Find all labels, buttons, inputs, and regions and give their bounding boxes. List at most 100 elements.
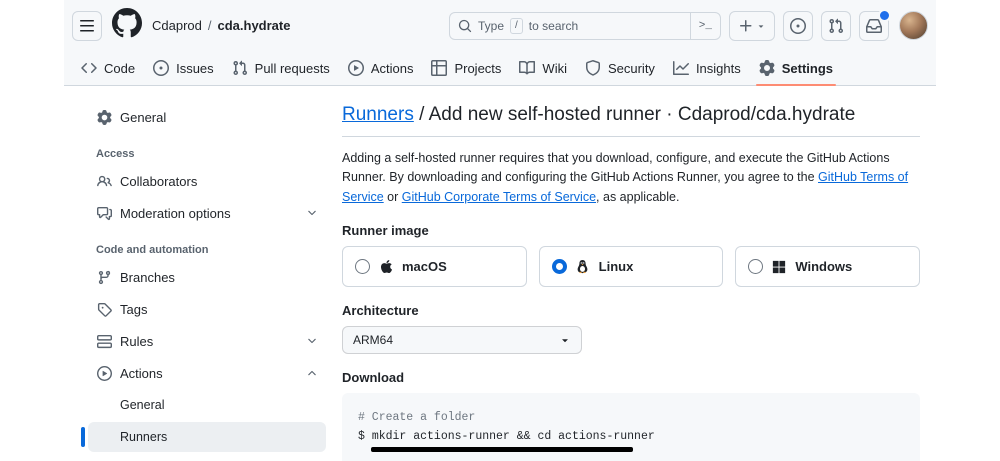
sidebar-item-general[interactable]: General xyxy=(88,102,326,132)
pull-requests-dashboard-button[interactable] xyxy=(821,11,851,41)
graph-icon xyxy=(673,60,689,76)
triangle-down-icon xyxy=(559,334,571,346)
tab-label: Settings xyxy=(782,61,833,76)
tab-label: Insights xyxy=(696,61,741,76)
command-palette-button[interactable]: >_ xyxy=(690,13,712,39)
sidebar-item-label: General xyxy=(120,110,166,125)
sidebar-item-label: Moderation options xyxy=(120,206,231,221)
intro-text-1: Adding a self-hosted runner requires tha… xyxy=(342,151,890,184)
page-title: Runners / Add new self-hosted runner · C… xyxy=(342,104,920,126)
architecture-select[interactable]: ARM64 xyxy=(342,326,582,354)
breadcrumb: Cdaprod / cda.hydrate xyxy=(152,18,290,33)
search-input[interactable]: Type / to search >_ xyxy=(449,12,721,40)
sidebar-item-label: Rules xyxy=(120,334,153,349)
breadcrumb-repo[interactable]: cda.hydrate xyxy=(218,18,291,33)
sidebar-item-branches[interactable]: Branches xyxy=(88,262,326,292)
apple-icon xyxy=(378,259,394,274)
chevron-down-icon xyxy=(306,207,318,219)
code-command-line: $ mkdir actions-runner && cd actions-run… xyxy=(358,428,904,447)
tab-pull-requests[interactable]: Pull requests xyxy=(223,51,339,85)
sidebar-item-actions-runners[interactable]: Runners xyxy=(88,422,326,452)
play-icon xyxy=(348,60,364,76)
runner-image-options: macOS Linux Windows xyxy=(342,246,920,287)
runner-image-option-macos[interactable]: macOS xyxy=(342,246,527,287)
global-nav-menu-button[interactable] xyxy=(72,11,102,41)
page-frame: Cdaprod / cda.hydrate Type / to search >… xyxy=(64,0,936,461)
sidebar-item-label: Collaborators xyxy=(120,174,197,189)
corporate-terms-of-service-link[interactable]: GitHub Corporate Terms of Service xyxy=(402,190,596,204)
sidebar-item-actions-general[interactable]: General xyxy=(88,390,326,420)
tab-code[interactable]: Code xyxy=(72,51,144,85)
search-icon xyxy=(458,19,472,33)
intro-text: Adding a self-hosted runner requires tha… xyxy=(342,149,920,207)
intro-text-3: , as applicable. xyxy=(596,190,679,204)
chevron-down-icon xyxy=(306,335,318,347)
settings-sidebar: General Access Collaborators Moderation … xyxy=(80,102,326,461)
code-prompt: $ xyxy=(358,430,365,443)
plus-icon xyxy=(738,18,754,34)
sidebar-item-label: Runners xyxy=(120,430,167,444)
linux-icon xyxy=(575,259,591,274)
active-indicator xyxy=(81,427,85,447)
runners-breadcrumb-link[interactable]: Runners xyxy=(342,104,414,125)
radio-macos[interactable] xyxy=(355,259,370,274)
sidebar-item-label: Actions xyxy=(120,366,163,381)
tab-actions[interactable]: Actions xyxy=(339,51,423,85)
notifications-button[interactable] xyxy=(859,11,889,41)
issues-dashboard-button[interactable] xyxy=(783,11,813,41)
sidebar-item-moderation-options[interactable]: Moderation options xyxy=(88,198,326,228)
code-comment-line: # Create a folder xyxy=(358,409,904,428)
tab-insights[interactable]: Insights xyxy=(664,51,750,85)
intro-text-2: or xyxy=(384,190,402,204)
sidebar-section-access: Access xyxy=(88,134,326,166)
gear-icon xyxy=(96,110,112,125)
play-icon xyxy=(96,366,112,381)
issue-opened-icon xyxy=(153,60,169,76)
rules-icon xyxy=(96,334,112,349)
tab-issues[interactable]: Issues xyxy=(144,51,223,85)
architecture-selected-value: ARM64 xyxy=(353,333,393,347)
download-label: Download xyxy=(342,370,920,385)
main-content: Runners / Add new self-hosted runner · C… xyxy=(342,102,920,461)
user-avatar[interactable] xyxy=(899,11,928,40)
sidebar-item-collaborators[interactable]: Collaborators xyxy=(88,166,326,196)
gear-icon xyxy=(759,60,775,76)
hamburger-icon xyxy=(79,18,95,34)
sidebar-item-rules[interactable]: Rules xyxy=(88,326,326,356)
create-new-button[interactable] xyxy=(729,11,775,41)
tab-label: Wiki xyxy=(542,61,567,76)
runner-image-option-windows[interactable]: Windows xyxy=(735,246,920,287)
project-icon xyxy=(431,60,447,76)
option-label: Windows xyxy=(795,259,852,274)
option-label: Linux xyxy=(599,259,634,274)
sidebar-item-tags[interactable]: Tags xyxy=(88,294,326,324)
radio-linux-selected[interactable] xyxy=(552,259,567,274)
option-label: macOS xyxy=(402,259,447,274)
search-placeholder-suffix: to search xyxy=(529,19,578,33)
active-tab-indicator xyxy=(756,84,836,86)
breadcrumb-separator: / xyxy=(208,18,212,33)
runner-image-option-linux[interactable]: Linux xyxy=(539,246,724,287)
tab-security[interactable]: Security xyxy=(576,51,664,85)
tab-label: Code xyxy=(104,61,135,76)
tag-icon xyxy=(96,302,112,317)
sidebar-section-code-and-automation: Code and automation xyxy=(88,230,326,262)
code-icon xyxy=(81,60,97,76)
slash-key-hint: / xyxy=(510,18,523,34)
tab-settings[interactable]: Settings xyxy=(750,51,842,85)
caret-down-icon xyxy=(756,21,766,31)
tab-wiki[interactable]: Wiki xyxy=(510,51,576,85)
radio-windows[interactable] xyxy=(748,259,763,274)
people-icon xyxy=(96,174,112,189)
chevron-up-icon xyxy=(306,367,318,379)
code-command: mkdir actions-runner && cd actions-runne… xyxy=(372,430,655,443)
page-body: General Access Collaborators Moderation … xyxy=(64,86,936,461)
tab-projects[interactable]: Projects xyxy=(422,51,510,85)
sidebar-item-actions[interactable]: Actions xyxy=(88,358,326,388)
runner-image-label: Runner image xyxy=(342,223,920,238)
tab-label: Issues xyxy=(176,61,214,76)
github-logo[interactable] xyxy=(112,8,142,43)
shield-icon xyxy=(585,60,601,76)
breadcrumb-owner[interactable]: Cdaprod xyxy=(152,18,202,33)
architecture-label: Architecture xyxy=(342,303,920,318)
